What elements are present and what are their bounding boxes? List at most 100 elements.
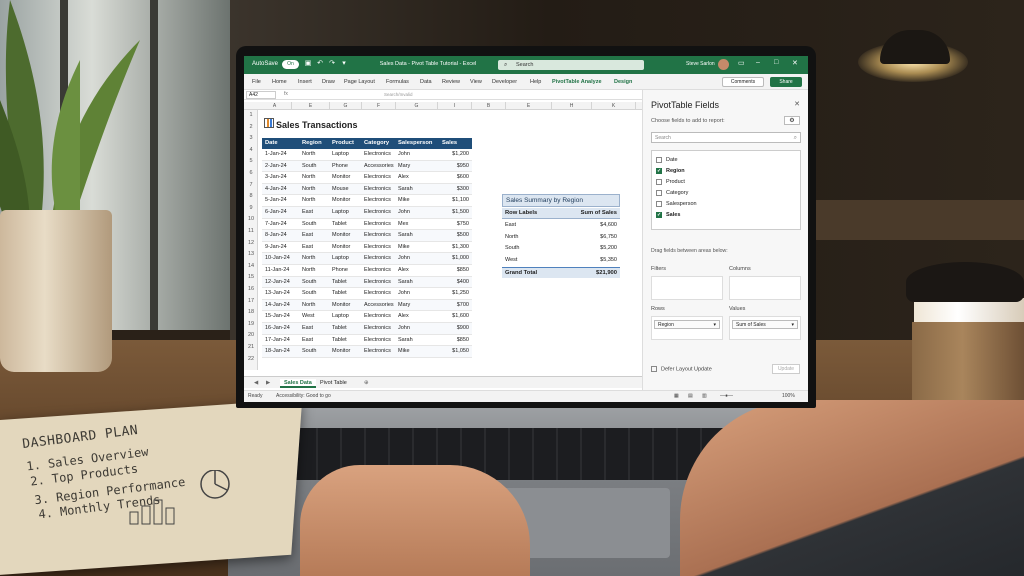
- close-icon[interactable]: ✕: [792, 59, 798, 67]
- table-row[interactable]: 16-Jan-24 East Tablet Electronics John $900: [262, 323, 472, 335]
- row-header[interactable]: 14: [244, 261, 258, 273]
- customize-qat-icon[interactable]: ▾: [340, 60, 348, 68]
- field-category[interactable]: Category: [656, 188, 688, 198]
- cell-salesperson[interactable]: Mike: [398, 195, 410, 207]
- pivot-row[interactable]: South $5,200: [502, 243, 620, 255]
- tab-view[interactable]: View: [470, 79, 482, 85]
- tab-developer[interactable]: Developer: [492, 79, 517, 85]
- checkbox[interactable]: [656, 189, 662, 196]
- share-button[interactable]: Share: [770, 77, 802, 87]
- row-header[interactable]: 19: [244, 319, 258, 331]
- cell-date[interactable]: 17-Jan-24: [265, 335, 290, 347]
- page-layout-view-icon[interactable]: ▤: [688, 393, 693, 399]
- values-dropzone[interactable]: Sum of Sales ▾: [729, 316, 801, 340]
- cell-date[interactable]: 7-Jan-24: [265, 219, 287, 231]
- column-header[interactable]: I: [438, 102, 472, 110]
- table-header[interactable]: Sales: [442, 138, 457, 149]
- cell-category[interactable]: Electronics: [364, 253, 391, 265]
- cell-date[interactable]: 2-Jan-24: [265, 161, 287, 173]
- cell-category[interactable]: Electronics: [364, 346, 391, 358]
- pivot-row[interactable]: North $6,750: [502, 232, 620, 244]
- cell-salesperson[interactable]: John: [398, 323, 410, 335]
- cell-region[interactable]: North: [302, 172, 315, 184]
- tab-draw[interactable]: Draw: [322, 79, 335, 85]
- update-button[interactable]: Update: [772, 364, 800, 374]
- cell-product[interactable]: Monitor: [332, 300, 350, 312]
- row-header[interactable]: 1: [244, 110, 258, 122]
- filters-area[interactable]: Filters: [651, 266, 723, 302]
- cell-product[interactable]: Tablet: [332, 277, 347, 289]
- cell-region[interactable]: North: [302, 253, 315, 265]
- normal-view-icon[interactable]: ▦: [674, 393, 679, 399]
- cell-sales[interactable]: $1,300: [452, 242, 469, 254]
- cell-salesperson[interactable]: Mike: [398, 242, 410, 254]
- cell-region[interactable]: South: [302, 219, 316, 231]
- tab-page-layout[interactable]: Page Layout: [344, 79, 375, 85]
- cell-category[interactable]: Electronics: [364, 149, 391, 161]
- cell-category[interactable]: Electronics: [364, 172, 391, 184]
- cell-product[interactable]: Monitor: [332, 346, 350, 358]
- tab-data[interactable]: Data: [420, 79, 432, 85]
- column-header[interactable]: A: [258, 102, 292, 110]
- cell-salesperson[interactable]: Alex: [398, 172, 409, 184]
- cell-salesperson[interactable]: John: [398, 149, 410, 161]
- cell-salesperson[interactable]: Mary: [398, 161, 410, 173]
- row-header[interactable]: 22: [244, 354, 258, 366]
- page-break-view-icon[interactable]: ▥: [702, 393, 707, 399]
- checkbox[interactable]: ✓: [656, 211, 662, 218]
- cell-product[interactable]: Monitor: [332, 230, 350, 242]
- values-chip-sum-of-sales[interactable]: Sum of Sales ▾: [732, 320, 798, 329]
- cell-category[interactable]: Electronics: [364, 323, 391, 335]
- cell-region[interactable]: South: [302, 161, 316, 173]
- cell-product[interactable]: Mouse: [332, 184, 349, 196]
- cell-date[interactable]: 13-Jan-24: [265, 288, 290, 300]
- row-header[interactable]: 12: [244, 238, 258, 250]
- column-header[interactable]: E: [292, 102, 330, 110]
- chevron-down-icon[interactable]: ▾: [713, 321, 716, 329]
- cell-product[interactable]: Laptop: [332, 207, 349, 219]
- column-header[interactable]: B: [472, 102, 506, 110]
- table-row[interactable]: 11-Jan-24 North Phone Electronics Alex $850: [262, 265, 472, 277]
- chevron-down-icon[interactable]: ▾: [791, 321, 794, 329]
- cell-date[interactable]: 9-Jan-24: [265, 242, 287, 254]
- cell-product[interactable]: Phone: [332, 161, 348, 173]
- sheet-tab-pivot-table[interactable]: Pivot Table: [316, 379, 351, 388]
- cell-salesperson[interactable]: Alex: [398, 311, 409, 323]
- pivot-col-sum-of-sales[interactable]: Sum of Sales: [581, 208, 617, 219]
- cell-sales[interactable]: $1,500: [452, 207, 469, 219]
- table-row[interactable]: 8-Jan-24 East Monitor Electronics Sarah $500: [262, 230, 472, 242]
- scroll-tabs-right-icon[interactable]: ▶: [262, 379, 274, 388]
- cell-region[interactable]: East: [302, 230, 313, 242]
- cell-salesperson[interactable]: Mary: [398, 300, 410, 312]
- row-header[interactable]: 15: [244, 272, 258, 284]
- cell-date[interactable]: 16-Jan-24: [265, 323, 290, 335]
- checkbox[interactable]: [656, 200, 662, 207]
- search-box[interactable]: ⌕ Search: [498, 60, 644, 70]
- cell-date[interactable]: 14-Jan-24: [265, 300, 290, 312]
- cell-product[interactable]: Laptop: [332, 253, 349, 265]
- cell-salesperson[interactable]: Sarah: [398, 335, 413, 347]
- cell-category[interactable]: Electronics: [364, 265, 391, 277]
- cell-date[interactable]: 10-Jan-24: [265, 253, 290, 265]
- row-header[interactable]: 11: [244, 226, 258, 238]
- cell-sales[interactable]: $750: [457, 219, 469, 231]
- pivot-grand-total-row[interactable]: Grand Total $21,900: [502, 267, 620, 278]
- zoom-level[interactable]: 100%: [782, 393, 795, 399]
- defer-layout-update[interactable]: Defer Layout Update: [651, 366, 712, 372]
- table-row[interactable]: 17-Jan-24 East Tablet Electronics Sarah $850: [262, 335, 472, 347]
- cell-category[interactable]: Electronics: [364, 277, 391, 289]
- table-row[interactable]: 12-Jan-24 South Tablet Electronics Sarah $400: [262, 276, 472, 289]
- cell-sales[interactable]: $600: [457, 172, 469, 184]
- formula-input[interactable]: Search/Invalid: [354, 91, 634, 99]
- row-header[interactable]: 3: [244, 133, 258, 145]
- table-row[interactable]: 7-Jan-24 South Tablet Electronics Mex $750: [262, 219, 472, 231]
- cell-product[interactable]: Monitor: [332, 172, 350, 184]
- cell-product[interactable]: Phone: [332, 265, 348, 277]
- cell-date[interactable]: 8-Jan-24: [265, 230, 287, 242]
- tab-pivottable-analyze[interactable]: PivotTable Analyze: [552, 79, 602, 85]
- table-header[interactable]: Date: [265, 138, 278, 149]
- field-salesperson[interactable]: Salesperson: [656, 199, 697, 209]
- cell-sales[interactable]: $1,000: [452, 253, 469, 265]
- minimize-icon[interactable]: –: [756, 59, 760, 66]
- table-row[interactable]: 15-Jan-24 West Laptop Electronics Alex $1,600: [262, 311, 472, 323]
